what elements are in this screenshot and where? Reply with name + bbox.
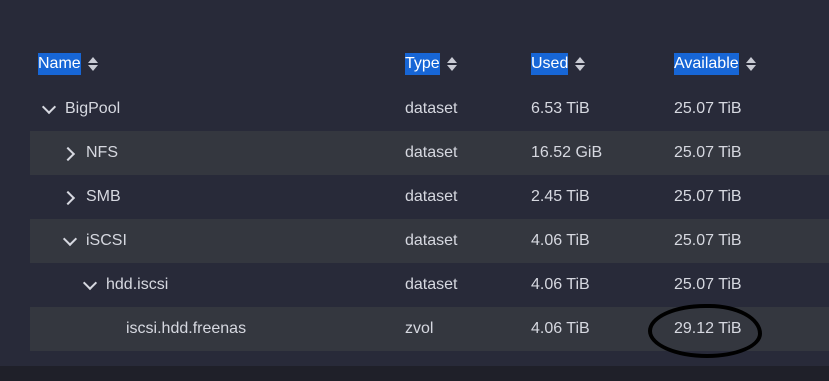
chevron-down-icon[interactable] <box>42 102 56 116</box>
panel-bottom-edge <box>0 366 829 381</box>
available-cell: 25.07 TiB <box>674 188 742 205</box>
column-header-name[interactable]: Name <box>38 50 99 78</box>
sort-icon[interactable] <box>446 56 458 72</box>
dataset-name: NFS <box>86 144 118 161</box>
table-row-bigpool[interactable]: BigPool dataset 6.53 TiB 25.07 TiB <box>30 87 829 131</box>
type-cell: dataset <box>405 232 458 249</box>
available-cell: 29.12 TiB <box>674 320 742 337</box>
table-row-nfs[interactable]: NFS dataset 16.52 GiB 25.07 TiB <box>30 131 829 175</box>
name-cell: hdd.iscsi <box>83 263 168 307</box>
table-row-hdd-iscsi[interactable]: hdd.iscsi dataset 4.06 TiB 25.07 TiB <box>30 263 829 307</box>
available-cell: 25.07 TiB <box>674 276 742 293</box>
sort-icon[interactable] <box>745 56 757 72</box>
column-header-name-label: Name <box>38 53 81 75</box>
chevron-down-icon[interactable] <box>83 278 97 292</box>
column-header-available-label: Available <box>674 53 739 75</box>
table-row-smb[interactable]: SMB dataset 2.45 TiB 25.07 TiB <box>30 175 829 219</box>
dataset-name: hdd.iscsi <box>106 276 169 293</box>
available-cell: 25.07 TiB <box>674 100 742 117</box>
type-cell: zvol <box>405 320 434 337</box>
table-header: Name Type Used Available <box>0 50 829 78</box>
dataset-name: SMB <box>86 188 121 205</box>
used-cell: 2.45 TiB <box>531 188 590 205</box>
used-cell: 4.06 TiB <box>531 320 590 337</box>
type-cell: dataset <box>405 188 458 205</box>
sort-icon[interactable] <box>574 56 586 72</box>
sort-icon[interactable] <box>87 56 99 72</box>
chevron-right-icon[interactable] <box>63 190 77 204</box>
used-cell: 16.52 GiB <box>531 144 603 161</box>
name-cell: iSCSI <box>63 219 127 263</box>
chevron-down-icon[interactable] <box>63 234 77 248</box>
name-cell: SMB <box>63 175 121 219</box>
dataset-name: BigPool <box>65 100 121 117</box>
dataset-name: iSCSI <box>86 232 127 249</box>
table-row-iscsi-hdd-freenas[interactable]: iscsi.hdd.freenas zvol 4.06 TiB 29.12 Ti… <box>30 307 829 351</box>
column-header-used[interactable]: Used <box>531 50 586 78</box>
name-cell: iscsi.hdd.freenas <box>126 307 246 351</box>
column-header-type[interactable]: Type <box>405 50 458 78</box>
type-cell: dataset <box>405 144 458 161</box>
available-cell: 25.07 TiB <box>674 232 742 249</box>
name-cell: NFS <box>63 131 118 175</box>
used-cell: 4.06 TiB <box>531 276 590 293</box>
type-cell: dataset <box>405 100 458 117</box>
available-cell: 25.07 TiB <box>674 144 742 161</box>
used-cell: 4.06 TiB <box>531 232 590 249</box>
used-cell: 6.53 TiB <box>531 100 590 117</box>
chevron-right-icon[interactable] <box>63 146 77 160</box>
column-header-available[interactable]: Available <box>674 50 757 78</box>
table-row-iscsi[interactable]: iSCSI dataset 4.06 TiB 25.07 TiB <box>30 219 829 263</box>
type-cell: dataset <box>405 276 458 293</box>
column-header-used-label: Used <box>531 53 569 75</box>
name-cell: BigPool <box>42 87 120 131</box>
column-header-type-label: Type <box>405 53 440 75</box>
dataset-name: iscsi.hdd.freenas <box>126 320 247 337</box>
